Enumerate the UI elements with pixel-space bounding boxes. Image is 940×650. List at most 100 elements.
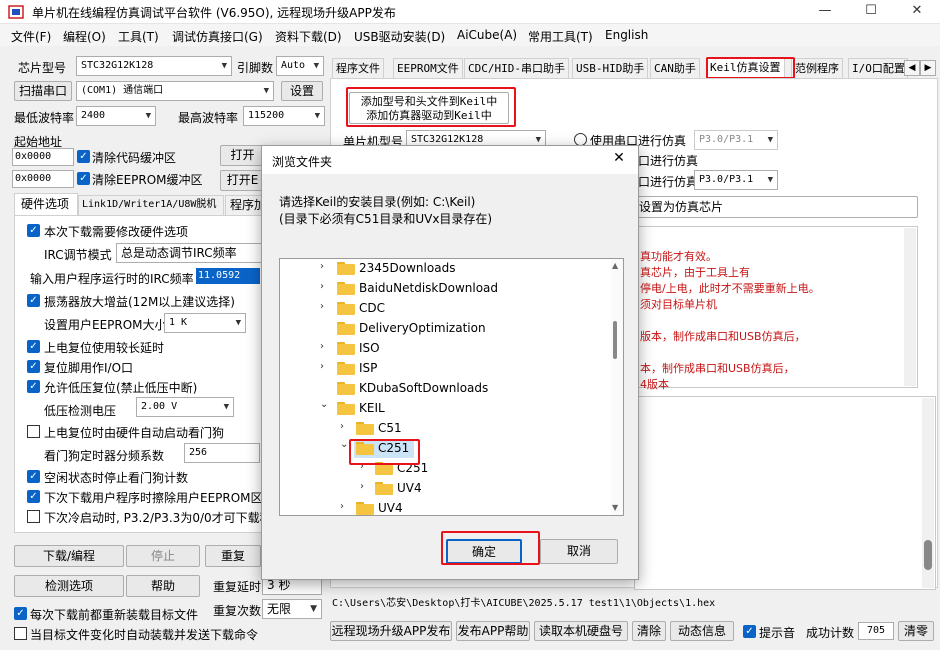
folder-icon [337,402,355,415]
tree-item-uv4-sub[interactable]: › UV4 [280,479,610,499]
tree-item-c51[interactable]: › C51 [280,419,610,439]
tab-scroll-left-icon[interactable]: ◀ [904,60,920,76]
port-select[interactable]: (COM1) 通信端口 ▼ [76,81,274,101]
menu-download[interactable]: 资料下载(D) [275,28,342,45]
settings-button[interactable]: 设置 [281,81,323,101]
menu-file[interactable]: 文件(F) [11,28,51,45]
max-baud-label: 最高波特率 [178,111,239,125]
tree-item-c251-sub[interactable]: › C251 [280,459,610,479]
pins-select[interactable]: Auto ▼ [276,56,324,76]
tab-eeprom-file[interactable]: EEPROM文件 [393,58,463,78]
open-eeprom-button[interactable]: 打开E [220,170,265,191]
dialog-close-icon[interactable]: ✕ [606,150,632,170]
tree-scroll-thumb[interactable] [613,321,617,359]
option-checkbox-1[interactable]: ✓ [27,224,40,237]
publish-help-button[interactable]: 发布APP帮助 [456,621,530,641]
scroll-up-icon[interactable]: ▲ [612,261,618,270]
option-checkbox-2[interactable]: ✓ [27,294,40,307]
tree-item-iso[interactable]: › ISO [280,339,610,359]
output-scroll-thumb[interactable] [924,540,932,570]
serial-port-select[interactable]: P3.0/P3.1 ▼ [694,130,778,150]
maximize-button[interactable]: ☐ [848,0,894,24]
tree-item-2345downloads[interactable]: › 2345Downloads [280,259,610,279]
scan-port-button[interactable]: 扫描串口 [14,81,72,101]
reload-checkbox[interactable]: ✓ [14,607,27,620]
stop-button[interactable]: 停止 [126,545,200,567]
tab-usb-hid[interactable]: USB-HID助手 [572,58,649,78]
highlight-ok-button [441,531,540,565]
tree-item-baidunetdisk[interactable]: › BaiduNetdiskDownload [280,279,610,299]
wdt-select[interactable]: 256 [184,443,260,463]
option-checkbox-9[interactable] [27,510,40,523]
minimize-button[interactable]: — [802,0,848,24]
check-options-button[interactable]: 检测选项 [14,575,124,597]
option-checkbox-4[interactable]: ✓ [27,360,40,373]
repeat-button[interactable]: 重复 [205,545,261,567]
clear-button[interactable]: 清除 [632,621,666,641]
tab-offline[interactable]: Link1D/Writer1A/U8W脱机 [78,195,224,215]
tree-item-isp[interactable]: › ISP [280,359,610,379]
notes-scrollbar[interactable] [904,228,916,386]
menu-common-tools[interactable]: 常用工具(T) [528,28,593,45]
menu-debug[interactable]: 调试仿真接口(G) [172,28,263,45]
tab-hardware-options[interactable]: 硬件选项 [14,193,78,215]
eeprom-address-input[interactable]: 0x0000 [12,170,74,188]
chevron-down-icon: ▼ [221,61,227,71]
tab-scroll-right-icon[interactable]: ▶ [920,60,936,76]
scroll-down-icon[interactable]: ▼ [612,503,618,512]
autoload-checkbox[interactable] [14,627,27,640]
tab-io-config[interactable]: I/O口配置 [848,58,908,78]
read-disk-button[interactable]: 读取本机硬盘号 [534,621,628,641]
set-sim-chip-button[interactable]: 设置为仿真芯片 [634,196,918,218]
tree-item-delivery[interactable]: DeliveryOptimization [280,319,610,339]
clear-eeprom-checkbox[interactable]: ✓ [77,172,90,185]
tab-program-file[interactable]: 程序文件 [332,58,384,78]
option-checkbox-8[interactable]: ✓ [27,490,40,503]
output-panel [634,396,936,590]
option-checkbox-3[interactable]: ✓ [27,340,40,353]
tab-program-encrypt[interactable]: 程序加 [225,195,265,215]
menu-usb-driver[interactable]: USB驱动安装(D) [354,28,445,45]
tree-scrollbar[interactable] [611,259,623,515]
menu-tools[interactable]: 工具(T) [118,28,159,45]
tab-examples[interactable]: 范例程序 [791,58,843,78]
download-program-button[interactable]: 下载/编程 [14,545,124,567]
menu-aicube[interactable]: AiCube(A) [457,28,517,42]
option-label-4: 复位脚用作I/O口 [44,361,134,375]
remote-upgrade-button[interactable]: 远程现场升级APP发布 [330,621,452,641]
beep-checkbox[interactable]: ✓ [743,625,756,638]
open-code-button[interactable]: 打开 [220,145,265,166]
dynamic-info-button[interactable]: 动态信息 [670,621,734,641]
option-checkbox-5[interactable]: ✓ [27,380,40,393]
menu-program[interactable]: 编程(O) [63,28,106,45]
tree-item-cdc[interactable]: › CDC [280,299,610,319]
option-checkbox-6[interactable] [27,425,40,438]
tree-item-kduba[interactable]: KDubaSoftDownloads [280,379,610,399]
menu-english[interactable]: English [605,28,648,42]
sim-port-select[interactable]: P3.0/P3.1 ▼ [694,170,778,190]
chevron-down-icon: ⌄ [340,439,349,450]
highlight-c251 [349,439,420,465]
cancel-button[interactable]: 取消 [540,539,618,564]
help-button[interactable]: 帮助 [126,575,200,597]
clear-code-checkbox[interactable]: ✓ [77,150,90,163]
reset-count-button[interactable]: 清零 [898,621,934,641]
code-address-input[interactable]: 0x0000 [12,148,74,166]
close-button[interactable]: ✕ [894,0,940,24]
tree-item-c251-selected[interactable]: ⌄ C251 [280,439,610,459]
tab-can[interactable]: CAN助手 [650,58,700,78]
chip-select[interactable]: STC32G12K128 ▼ [76,56,232,76]
repeat-count-select[interactable]: 无限 ▼ [262,599,322,619]
tree-item-uv4[interactable]: › UV4 [280,499,610,515]
chevron-right-icon: › [360,481,364,492]
max-baud-select[interactable]: 115200 ▼ [243,106,325,126]
lvd-select[interactable]: 2.00 V ▼ [136,397,234,417]
folder-icon [337,282,355,295]
option-checkbox-7[interactable]: ✓ [27,470,40,483]
tab-cdc-hid[interactable]: CDC/HID-串口助手 [464,58,569,78]
irc-mode-select[interactable]: 总是动态调节IRC频率 [116,243,264,263]
eeprom-size-select[interactable]: 1 K ▼ [164,313,246,333]
tree-item-keil[interactable]: ⌄ KEIL [280,399,610,419]
min-baud-select[interactable]: 2400 ▼ [76,106,156,126]
irc-freq-select[interactable]: 11.0592 [196,268,260,284]
